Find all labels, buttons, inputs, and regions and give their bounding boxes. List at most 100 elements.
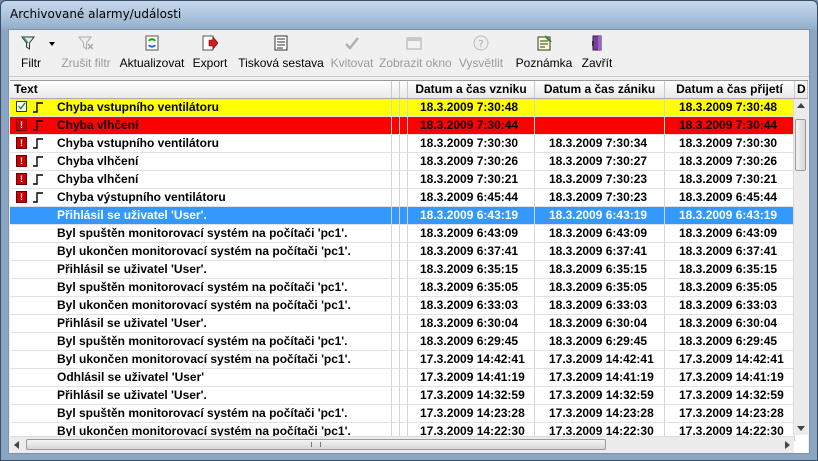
horizontal-scroll-thumb[interactable]: [26, 439, 606, 450]
table-row[interactable]: Odhlásil se uživatel 'User' 17.3.2009 14:…: [10, 369, 796, 387]
cell-accepted: 18.3.2009 6:35:05: [665, 279, 795, 296]
table-row[interactable]: Přihlásil se uživatel 'User'. 18.3.2009 6…: [10, 207, 796, 225]
cell-created: 18.3.2009 6:43:09: [408, 225, 535, 242]
table-row[interactable]: Byl ukončen monitorovací systém na počít…: [10, 297, 796, 315]
table-row[interactable]: ! Chyba vlhčení 18.3.2009 7:30:21 18.3.2009…: [10, 171, 796, 189]
cell-created: 18.3.2009 6:29:45: [408, 333, 535, 350]
cell-accepted: 18.3.2009 7:30:26: [665, 153, 795, 170]
cell-accepted: 18.3.2009 7:30:21: [665, 171, 795, 188]
chevron-down-icon[interactable]: [49, 42, 55, 46]
cell-state2: [400, 369, 408, 386]
vertical-scroll-thumb[interactable]: [795, 119, 806, 171]
cell-state2: [400, 189, 408, 206]
table-row[interactable]: Byl spuštěn monitorovací systém na počít…: [10, 405, 796, 423]
show-window-button[interactable]: Zobrazit okno: [379, 33, 452, 73]
cell-state1: [392, 279, 400, 296]
table-row[interactable]: Přihlásil se uživatel 'User'. 18.3.2009 6…: [10, 315, 796, 333]
cell-state2: [400, 135, 408, 152]
cell-accepted: 18.3.2009 6:43:19: [665, 207, 795, 224]
cell-state1: [392, 351, 400, 368]
cell-ended: 17.3.2009 14:42:41: [535, 351, 665, 368]
explain-button[interactable]: ? Vysvětlit: [455, 33, 507, 73]
cell-created: 18.3.2009 6:33:03: [408, 297, 535, 314]
cell-state1: [392, 297, 400, 314]
cell-created: 17.3.2009 14:32:59: [408, 387, 535, 404]
cell-accepted: 17.3.2009 14:23:28: [665, 405, 795, 422]
table-row[interactable]: ! Chyba vlhčení 18.3.2009 7:30:26 18.3.2009…: [10, 153, 796, 171]
filter-label: Filtr: [21, 56, 41, 70]
cell-state1: [392, 189, 400, 206]
filter-button[interactable]: Filtr: [13, 33, 55, 73]
cell-created: 17.3.2009 14:42:41: [408, 351, 535, 368]
export-button[interactable]: Export: [191, 33, 229, 73]
acknowledge-button[interactable]: Kvitovat: [327, 33, 377, 73]
cell-text: Chyba výstupního ventilátoru: [10, 189, 392, 206]
clear-filter-button[interactable]: Zrušit filtr: [57, 33, 115, 73]
cell-text: Chyba vlhčení: [10, 153, 392, 170]
cell-state1: [392, 387, 400, 404]
table-row[interactable]: ! Chyba vstupního ventilátoru 18.3.2009 7:…: [10, 135, 796, 153]
cell-text: Odhlásil se uživatel 'User': [10, 369, 392, 386]
scroll-right-icon[interactable]: [785, 441, 790, 449]
cell-state2: [400, 333, 408, 350]
cell-accepted: 17.3.2009 14:41:19: [665, 369, 795, 386]
col-header-state1[interactable]: [392, 81, 400, 98]
cell-ended: 18.3.2009 6:37:41: [535, 243, 665, 260]
cell-accepted: 18.3.2009 6:29:45: [665, 333, 795, 350]
clear-filter-icon: [78, 36, 94, 50]
cell-text: Přihlásil se uživatel 'User'.: [10, 315, 392, 332]
cell-ended: 18.3.2009 6:29:45: [535, 333, 665, 350]
table-row[interactable]: ! Chyba výstupního ventilátoru 18.3.2009 6…: [10, 189, 796, 207]
title-bar[interactable]: Archivované alarmy/události: [1, 1, 817, 29]
col-header-text[interactable]: Text: [10, 81, 392, 98]
table-row[interactable]: Byl ukončen monitorovací systém na počít…: [10, 243, 796, 261]
horizontal-scrollbar[interactable]: [10, 436, 794, 453]
scroll-up-icon[interactable]: [797, 103, 805, 108]
cell-ended: 18.3.2009 6:33:03: [535, 297, 665, 314]
table-row[interactable]: Byl spuštěn monitorovací systém na počít…: [10, 225, 796, 243]
cell-accepted: 17.3.2009 14:32:59: [665, 387, 795, 404]
cell-state1: [392, 261, 400, 278]
cell-created: 18.3.2009 6:45:44: [408, 189, 535, 206]
note-button[interactable]: Poznámka: [515, 33, 573, 73]
table-row[interactable]: Přihlásil se uživatel 'User'. 18.3.2009 6…: [10, 261, 796, 279]
cell-ended: 17.3.2009 14:32:59: [535, 387, 665, 404]
scroll-down-icon[interactable]: [797, 426, 805, 431]
cell-accepted: 18.3.2009 7:30:30: [665, 135, 795, 152]
cell-text: Byl spuštěn monitorovací systém na počít…: [10, 405, 392, 422]
close-button[interactable]: Zavřít: [577, 33, 617, 73]
cell-state2: [400, 387, 408, 404]
export-icon: [202, 35, 218, 51]
table-row[interactable]: Byl ukončen monitorovací systém na počít…: [10, 351, 796, 369]
col-header-created[interactable]: Datum a čas vzniku: [408, 81, 535, 98]
refresh-icon: [145, 35, 159, 51]
table-row[interactable]: Byl spuštěn monitorovací systém na počít…: [10, 333, 796, 351]
cell-state2: [400, 117, 408, 134]
scroll-left-icon[interactable]: [14, 441, 19, 449]
col-header-d[interactable]: D: [795, 81, 808, 98]
table-row[interactable]: Byl spuštěn monitorovací systém na počít…: [10, 279, 796, 297]
col-header-ended[interactable]: Datum a čas zániku: [535, 81, 665, 98]
col-header-state2[interactable]: [400, 81, 408, 98]
table-row[interactable]: ! Chyba vlhčení 18.3.2009 7:30:44 18.3.2009…: [10, 117, 796, 135]
refresh-label: Aktualizovat: [119, 56, 185, 70]
print-report-button[interactable]: Tisková sestava: [235, 33, 327, 73]
cell-accepted: 18.3.2009 6:45:44: [665, 189, 795, 206]
table-row[interactable]: Chyba vstupního ventilátoru 18.3.2009 7:3…: [10, 99, 796, 117]
cell-created: 17.3.2009 14:23:28: [408, 405, 535, 422]
vertical-scrollbar[interactable]: [793, 99, 808, 435]
cell-state2: [400, 297, 408, 314]
cell-ended: [535, 117, 665, 134]
cell-ended: [535, 99, 665, 116]
refresh-button[interactable]: Aktualizovat: [117, 33, 187, 73]
cell-created: 18.3.2009 7:30:48: [408, 99, 535, 116]
cell-ended: 18.3.2009 6:43:09: [535, 225, 665, 242]
cell-state1: [392, 225, 400, 242]
col-header-accepted[interactable]: Datum a čas přijetí: [665, 81, 795, 98]
cell-ended: 18.3.2009 6:35:15: [535, 261, 665, 278]
cell-state1: [392, 369, 400, 386]
cell-state1: [392, 333, 400, 350]
note-label: Poznámka: [515, 56, 573, 70]
table-row[interactable]: Přihlásil se uživatel 'User'. 17.3.2009 1…: [10, 387, 796, 405]
cell-ended: 17.3.2009 14:41:19: [535, 369, 665, 386]
